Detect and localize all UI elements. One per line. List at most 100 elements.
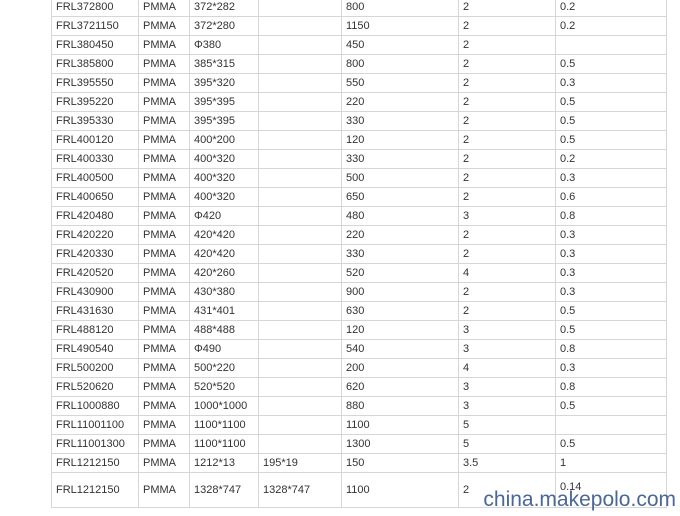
size2-cell (258, 320, 342, 340)
table-row: FRL490540 PMMA Φ490 540 3 0.8 (51, 339, 667, 359)
focal-length-cell: 550 (341, 73, 459, 93)
size-cell: 400*200 (189, 130, 259, 150)
size2-cell (258, 244, 342, 264)
pitch-cell: 0.5 (555, 396, 667, 416)
size-cell: 1212*13 (189, 453, 259, 473)
model-cell: FRL420330 (51, 244, 139, 264)
pitch-cell: 0.5 (555, 92, 667, 112)
thickness-cell: 2 (458, 168, 556, 188)
size-cell: 400*320 (189, 149, 259, 169)
size-cell: 372*280 (189, 16, 259, 36)
model-cell: FRL431630 (51, 301, 139, 321)
size-cell: 500*220 (189, 358, 259, 378)
model-cell: FRL430900 (51, 282, 139, 302)
model-cell: FRL400500 (51, 168, 139, 188)
size2-cell: 1328*747 (258, 472, 342, 508)
focal-length-cell: 800 (341, 0, 459, 17)
size-cell: 395*395 (189, 92, 259, 112)
focal-length-cell: 330 (341, 111, 459, 131)
material-cell: PMMA (138, 244, 190, 264)
pitch-cell: 0.6 (555, 187, 667, 207)
material-cell: PMMA (138, 282, 190, 302)
thickness-cell: 2 (458, 244, 556, 264)
size-cell: Φ420 (189, 206, 259, 226)
material-cell: PMMA (138, 168, 190, 188)
focal-length-cell: 1100 (341, 415, 459, 435)
table-row: FRL430900 PMMA 430*380 900 2 0.3 (51, 282, 667, 302)
pitch-cell: 0.5 (555, 320, 667, 340)
thickness-cell: 5 (458, 434, 556, 454)
pitch-cell (555, 415, 667, 435)
thickness-cell: 3 (458, 320, 556, 340)
material-cell: PMMA (138, 35, 190, 55)
size2-cell (258, 187, 342, 207)
size-cell: 1100*1100 (189, 434, 259, 454)
pitch-cell (555, 35, 667, 55)
model-cell: FRL11001300 (51, 434, 139, 454)
focal-length-cell: 450 (341, 35, 459, 55)
size2-cell (258, 301, 342, 321)
size2-cell (258, 0, 342, 17)
focal-length-cell: 200 (341, 358, 459, 378)
model-cell: FRL380450 (51, 35, 139, 55)
table-row: FRL500200 PMMA 500*220 200 4 0.3 (51, 358, 667, 378)
material-cell: PMMA (138, 301, 190, 321)
pitch-cell: 1 (555, 453, 667, 473)
material-cell: PMMA (138, 396, 190, 416)
focal-length-cell: 520 (341, 263, 459, 283)
material-cell: PMMA (138, 54, 190, 74)
focal-length-cell: 880 (341, 396, 459, 416)
thickness-cell: 3 (458, 206, 556, 226)
size-cell: 400*320 (189, 168, 259, 188)
size2-cell (258, 35, 342, 55)
material-cell: PMMA (138, 130, 190, 150)
focal-length-cell: 480 (341, 206, 459, 226)
focal-length-cell: 540 (341, 339, 459, 359)
model-cell: FRL1212150 (51, 472, 139, 508)
table-row: FRL520620 PMMA 520*520 620 3 0.8 (51, 377, 667, 397)
focal-length-cell: 620 (341, 377, 459, 397)
model-cell: FRL420520 (51, 263, 139, 283)
material-cell: PMMA (138, 263, 190, 283)
table-row: FRL385800 PMMA 385*315 800 2 0.5 (51, 54, 667, 74)
thickness-cell: 2 (458, 187, 556, 207)
size2-cell (258, 225, 342, 245)
pitch-cell: 0.5 (555, 111, 667, 131)
pitch-cell: 0.5 (555, 130, 667, 150)
focal-length-cell: 120 (341, 130, 459, 150)
focal-length-cell: 900 (341, 282, 459, 302)
thickness-cell: 5 (458, 415, 556, 435)
model-cell: FRL1212150 (51, 453, 139, 473)
focal-length-cell: 500 (341, 168, 459, 188)
pitch-cell: 0.8 (555, 339, 667, 359)
thickness-cell: 3 (458, 339, 556, 359)
material-cell: PMMA (138, 472, 190, 508)
focal-length-cell: 1100 (341, 472, 459, 508)
material-cell: PMMA (138, 320, 190, 340)
size-cell: 488*488 (189, 320, 259, 340)
model-cell: FRL395220 (51, 92, 139, 112)
material-cell: PMMA (138, 206, 190, 226)
size-cell: Φ490 (189, 339, 259, 359)
product-spec-table: FRL372800 PMMA 372*282 800 2 0.2 FRL3721150 PMM… (51, 0, 667, 508)
size2-cell (258, 358, 342, 378)
size2-cell (258, 434, 342, 454)
size-cell: 400*320 (189, 187, 259, 207)
focal-length-cell: 1300 (341, 434, 459, 454)
size2-cell (258, 206, 342, 226)
pitch-cell: 0.3 (555, 244, 667, 264)
size2-cell (258, 92, 342, 112)
focal-length-cell: 1150 (341, 16, 459, 36)
material-cell: PMMA (138, 73, 190, 93)
model-cell: FRL11001100 (51, 415, 139, 435)
pitch-cell: 0.5 (555, 434, 667, 454)
material-cell: PMMA (138, 0, 190, 17)
material-cell: PMMA (138, 92, 190, 112)
material-cell: PMMA (138, 187, 190, 207)
model-cell: FRL488120 (51, 320, 139, 340)
pitch-cell: 0.2 (555, 16, 667, 36)
material-cell: PMMA (138, 149, 190, 169)
model-cell: FRL372800 (51, 0, 139, 17)
thickness-cell: 2 (458, 0, 556, 17)
table-row: FRL420480 PMMA Φ420 480 3 0.8 (51, 206, 667, 226)
